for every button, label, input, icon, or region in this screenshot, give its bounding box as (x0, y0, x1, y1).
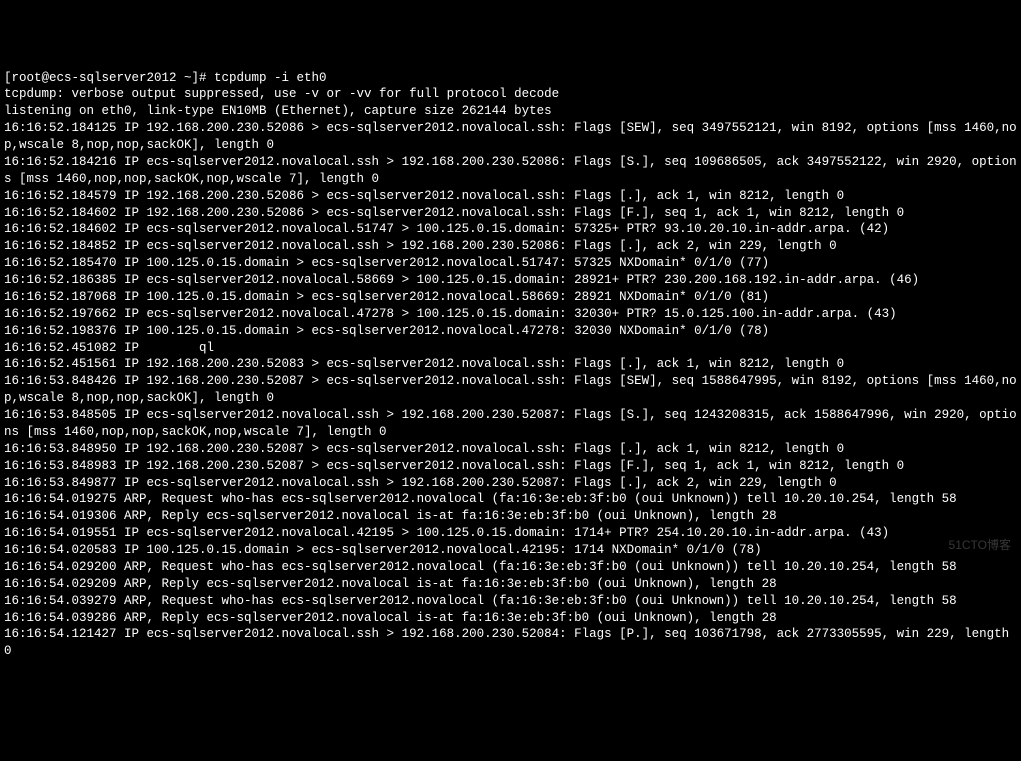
terminal-line: 16:16:52.198376 IP 100.125.0.15.domain >… (4, 323, 1017, 340)
terminal-line: 16:16:54.029209 ARP, Reply ecs-sqlserver… (4, 576, 1017, 593)
terminal-line: 16:16:53.848505 IP ecs-sqlserver2012.nov… (4, 407, 1017, 441)
terminal-output[interactable]: [root@ecs-sqlserver2012 ~]# tcpdump -i e… (4, 70, 1017, 661)
terminal-line: 16:16:54.019551 IP ecs-sqlserver2012.nov… (4, 525, 1017, 542)
terminal-line: 16:16:54.019306 ARP, Reply ecs-sqlserver… (4, 508, 1017, 525)
terminal-line: tcpdump: verbose output suppressed, use … (4, 86, 1017, 103)
terminal-line: 16:16:52.184579 IP 192.168.200.230.52086… (4, 188, 1017, 205)
watermark: 51CTO博客 (949, 537, 1011, 553)
terminal-line: 16:16:54.019275 ARP, Request who-has ecs… (4, 491, 1017, 508)
terminal-line: 16:16:52.451082 IP ql (4, 340, 1017, 357)
terminal-line: 16:16:54.020583 IP 100.125.0.15.domain >… (4, 542, 1017, 559)
terminal-line: 16:16:52.185470 IP 100.125.0.15.domain >… (4, 255, 1017, 272)
terminal-line: 16:16:54.121427 IP ecs-sqlserver2012.nov… (4, 626, 1017, 660)
terminal-line: 16:16:52.197662 IP ecs-sqlserver2012.nov… (4, 306, 1017, 323)
terminal-line: 16:16:52.187068 IP 100.125.0.15.domain >… (4, 289, 1017, 306)
terminal-line: 16:16:52.184602 IP ecs-sqlserver2012.nov… (4, 221, 1017, 238)
terminal-line: 16:16:54.039279 ARP, Request who-has ecs… (4, 593, 1017, 610)
terminal-line: 16:16:54.039286 ARP, Reply ecs-sqlserver… (4, 610, 1017, 627)
terminal-line: 16:16:53.848983 IP 192.168.200.230.52087… (4, 458, 1017, 475)
terminal-line: 16:16:52.451561 IP 192.168.200.230.52083… (4, 356, 1017, 373)
terminal-line: 16:16:52.184125 IP 192.168.200.230.52086… (4, 120, 1017, 154)
terminal-line: 16:16:52.184852 IP ecs-sqlserver2012.nov… (4, 238, 1017, 255)
terminal-line: 16:16:54.029200 ARP, Request who-has ecs… (4, 559, 1017, 576)
terminal-line: listening on eth0, link-type EN10MB (Eth… (4, 103, 1017, 120)
terminal-line: 16:16:53.848950 IP 192.168.200.230.52087… (4, 441, 1017, 458)
terminal-line: 16:16:53.849877 IP ecs-sqlserver2012.nov… (4, 475, 1017, 492)
terminal-line: 16:16:52.186385 IP ecs-sqlserver2012.nov… (4, 272, 1017, 289)
terminal-line: 16:16:53.848426 IP 192.168.200.230.52087… (4, 373, 1017, 407)
terminal-line: 16:16:52.184216 IP ecs-sqlserver2012.nov… (4, 154, 1017, 188)
terminal-line: 16:16:52.184602 IP 192.168.200.230.52086… (4, 205, 1017, 222)
command-prompt-line: [root@ecs-sqlserver2012 ~]# tcpdump -i e… (4, 70, 1017, 87)
